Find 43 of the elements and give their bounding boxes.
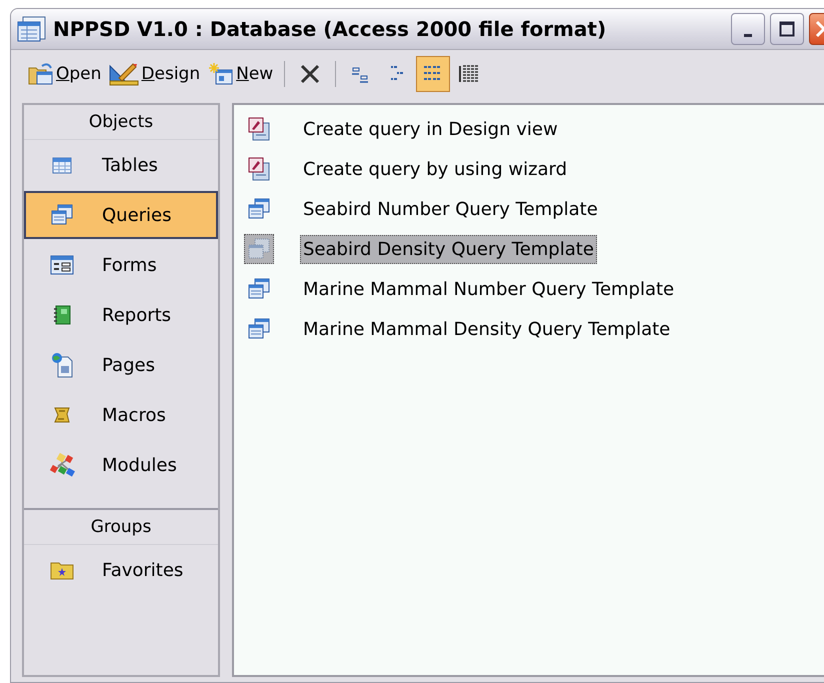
open-button[interactable]: Open [25,56,104,92]
sidebar-item[interactable]: Tables [24,141,218,189]
design-button[interactable]: Design [106,56,204,92]
table-icon [51,155,73,175]
sidebar-item[interactable]: Modules [24,441,218,489]
sidebar-item[interactable]: Queries [24,191,218,239]
form-icon [50,254,74,276]
new-form-icon [208,62,234,86]
group-heading: Groups [24,510,218,545]
sidebar-item[interactable]: Pages [24,341,218,389]
list-view-button[interactable] [416,56,450,92]
maximize-button[interactable] [770,13,804,45]
new-button[interactable]: New [205,56,276,92]
sidebar-item[interactable]: Reports [24,291,218,339]
sidebar-item[interactable]: Forms [24,241,218,289]
database-icon [17,16,47,42]
scroll-icon [52,405,72,425]
sidebar-item[interactable]: Favorites [24,546,218,594]
list-item[interactable]: Marine Mammal Number Query Template [300,274,678,304]
notebook-icon [52,304,72,326]
minimize-icon [744,34,752,36]
window-title: NPPSD V1.0 : Database (Access 2000 file format) [53,17,606,41]
wizard-icon [248,157,270,181]
list-item[interactable]: Create query in Design view [300,114,561,144]
wizard-icon [248,117,270,141]
query-icon [248,198,270,220]
folder-icon [50,560,74,580]
page-icon [50,352,74,378]
list-item[interactable]: Create query by using wizard [300,154,570,184]
query-icon [248,238,270,260]
query-icon [248,318,270,340]
list-item[interactable]: Marine Mammal Density Query Template [300,314,674,344]
module-icon [49,452,75,478]
query-icon [248,278,270,300]
minimize-button[interactable] [731,13,765,45]
ruler-pencil-icon [109,62,140,86]
query-icon [51,204,73,226]
sidebar-item[interactable]: Macros [24,391,218,439]
list-item[interactable]: Seabird Density Query Template [300,234,597,264]
group-heading: Objects [24,105,218,140]
maximize-icon [779,21,795,37]
list-item[interactable]: Seabird Number Query Template [300,194,601,224]
folder-icon [28,62,54,86]
